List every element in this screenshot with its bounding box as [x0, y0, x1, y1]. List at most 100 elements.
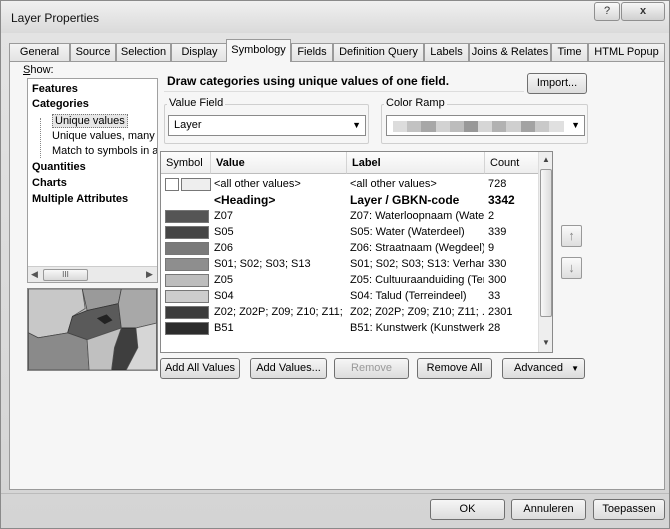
table-row[interactable]: Z02; Z02P; Z09; Z10; Z11; ... Z02; Z02P; …: [161, 305, 539, 319]
scroll-left-icon[interactable]: ◀: [31, 269, 38, 280]
cell-value: S05: [214, 226, 234, 238]
symbol-swatch[interactable]: [165, 274, 209, 287]
value-field-label: Value Field: [167, 97, 226, 109]
tree-item-unique-values[interactable]: Unique values: [52, 114, 128, 128]
tab-definition-query[interactable]: Definition Query: [333, 43, 424, 62]
cell-label: S01; S02; S03; S13: Verhard: [350, 258, 484, 270]
cell-value: B51: [214, 322, 234, 334]
color-ramp-swatch: [506, 121, 522, 132]
chevron-down-icon: ▼: [571, 364, 579, 373]
cell-label: Layer / GBKN-code: [350, 193, 460, 207]
cell-label: Z07: Waterloopnaam (Water: [350, 210, 484, 222]
symbol-swatch[interactable]: [165, 242, 209, 255]
tree-connector: [40, 118, 48, 158]
move-up-button[interactable]: ↑: [561, 225, 582, 247]
cell-value: Z02; Z02P; Z09; Z10; Z11; ...: [214, 306, 346, 318]
tree-item-charts[interactable]: Charts: [32, 177, 67, 189]
symbol-swatch[interactable]: [165, 258, 209, 271]
symbol-swatch[interactable]: [165, 178, 179, 191]
scroll-down-icon[interactable]: ▼: [542, 338, 550, 347]
table-row[interactable]: S05 S05: Water (Waterdeel) 339: [161, 225, 539, 239]
symbol-swatch[interactable]: [165, 290, 209, 303]
apply-button[interactable]: Toepassen: [593, 499, 665, 520]
cell-count: 2: [488, 210, 495, 222]
window-title: Layer Properties: [11, 11, 100, 25]
close-button[interactable]: x: [621, 2, 665, 21]
symbol-swatch[interactable]: [165, 322, 209, 335]
tab-symbology[interactable]: Symbology: [226, 39, 291, 62]
tab-selection[interactable]: Selection: [116, 43, 171, 62]
table-row[interactable]: <all other values> <all other values> 728: [161, 177, 539, 191]
tree-item-features[interactable]: Features: [32, 83, 78, 95]
cell-value: S01; S02; S03; S13: [214, 258, 311, 270]
table-row[interactable]: Z06 Z06: Straatnaam (Wegdeel) 9: [161, 241, 539, 255]
unique-values-table[interactable]: Symbol Value Label Count <all other valu…: [160, 151, 553, 353]
add-values-button[interactable]: Add Values...: [250, 358, 327, 379]
header-count[interactable]: Count: [485, 152, 539, 174]
table-row[interactable]: S01; S02; S03; S13 S01; S02; S03; S13: Ve…: [161, 257, 539, 271]
cell-count: 3342: [488, 193, 515, 207]
table-row[interactable]: Z05 Z05: Cultuuraanduiding (Ten 300: [161, 273, 539, 287]
cell-count: 300: [488, 274, 507, 286]
header-value[interactable]: Value: [211, 152, 347, 174]
scroll-right-icon[interactable]: ▶: [146, 269, 153, 280]
import-button[interactable]: Import...: [527, 73, 587, 94]
symbol-swatch[interactable]: [165, 226, 209, 239]
tree-item-match-to-symbols[interactable]: Match to symbols in a: [52, 145, 157, 157]
tree-item-categories[interactable]: Categories: [32, 98, 89, 110]
tab-source[interactable]: Source: [70, 43, 116, 62]
cell-count: 9: [488, 242, 495, 254]
value-field-dropdown[interactable]: Layer ▼: [168, 115, 366, 136]
chevron-down-icon: ▼: [352, 120, 361, 130]
cell-label: Z05: Cultuuraanduiding (Ten: [350, 274, 484, 286]
cell-value: Z05: [214, 274, 233, 286]
remove-button[interactable]: Remove: [334, 358, 409, 379]
cell-value: S04: [214, 290, 234, 302]
ok-button[interactable]: OK: [430, 499, 505, 520]
value-field-value: Layer: [174, 119, 202, 131]
header-symbol[interactable]: Symbol: [161, 152, 211, 174]
tree-item-multiple-attributes[interactable]: Multiple Attributes: [32, 193, 128, 205]
scroll-thumb[interactable]: III: [43, 269, 88, 281]
advanced-button[interactable]: Advanced ▼: [502, 358, 585, 379]
show-label: Show:: [23, 64, 54, 76]
cell-label: Z06: Straatnaam (Wegdeel): [350, 242, 484, 254]
color-ramp-swatch: [463, 121, 479, 132]
tab-joins-relates[interactable]: Joins & Relates: [469, 43, 551, 62]
color-ramp-swatch: [435, 121, 451, 132]
header-label[interactable]: Label: [347, 152, 485, 174]
renderer-tree[interactable]: Features Categories Unique values Unique…: [27, 78, 158, 283]
table-scroll-thumb[interactable]: [540, 169, 552, 317]
tree-item-unique-values-many[interactable]: Unique values, many: [52, 130, 155, 142]
advanced-label: Advanced: [514, 362, 563, 374]
remove-all-button[interactable]: Remove All: [417, 358, 492, 379]
tab-labels[interactable]: Labels: [424, 43, 469, 62]
table-row[interactable]: B51 B51: Kunstwerk (Kunstwerkd 28: [161, 321, 539, 335]
title-bar: Layer Properties ? x: [1, 1, 669, 33]
tab-time[interactable]: Time: [551, 43, 588, 62]
cancel-button[interactable]: Annuleren: [511, 499, 586, 520]
cell-label: Z02; Z02P; Z09; Z10; Z11; ...: [350, 306, 484, 318]
scroll-up-icon[interactable]: ▲: [542, 155, 550, 164]
renderer-description: Draw categories using unique values of o…: [164, 70, 524, 92]
table-row[interactable]: S04 S04: Talud (Terreindeel) 33: [161, 289, 539, 303]
tab-display[interactable]: Display: [171, 43, 228, 62]
table-vertical-scrollbar[interactable]: ▲ ▼: [538, 152, 552, 352]
tree-horizontal-scrollbar[interactable]: ◀ III ▶: [28, 266, 157, 282]
tab-general[interactable]: General: [9, 43, 70, 62]
cell-count: 2301: [488, 306, 513, 318]
add-all-values-button[interactable]: Add All Values: [160, 358, 240, 379]
symbol-swatch[interactable]: [165, 306, 209, 319]
cell-count: 33: [488, 290, 501, 302]
color-ramp-swatch: [492, 121, 508, 132]
symbol-swatch[interactable]: [165, 210, 209, 223]
move-down-button[interactable]: ↓: [561, 257, 582, 279]
tree-item-quantities[interactable]: Quantities: [32, 161, 86, 173]
footer-separator: [1, 493, 669, 494]
tab-fields[interactable]: Fields: [291, 43, 333, 62]
tab-html-popup[interactable]: HTML Popup: [588, 43, 665, 62]
table-row[interactable]: <Heading> Layer / GBKN-code 3342: [161, 193, 539, 207]
color-ramp-dropdown[interactable]: ▼: [386, 115, 585, 136]
table-row[interactable]: Z07 Z07: Waterloopnaam (Water 2: [161, 209, 539, 223]
help-button[interactable]: ?: [594, 2, 620, 21]
